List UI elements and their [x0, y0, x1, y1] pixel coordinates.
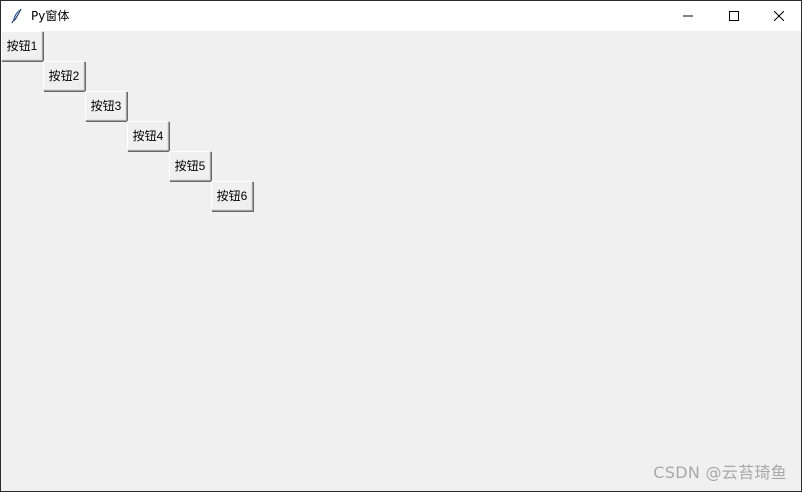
maximize-button[interactable]	[711, 1, 757, 31]
minimize-icon	[683, 11, 693, 21]
button-4[interactable]: 按钮4	[127, 121, 169, 151]
watermark-text: CSDN @云苔琦鱼	[653, 463, 787, 482]
button-6[interactable]: 按钮6	[211, 181, 253, 211]
button-2[interactable]: 按钮2	[43, 61, 85, 91]
client-area: 按钮1 按钮2 按钮3 按钮4 按钮5 按钮6 CSDN @云苔琦鱼	[1, 31, 801, 491]
title-bar[interactable]: Py窗体	[1, 1, 801, 31]
button-1[interactable]: 按钮1	[1, 31, 43, 61]
minimize-button[interactable]	[665, 1, 711, 31]
button-3[interactable]: 按钮3	[85, 91, 127, 121]
button-5[interactable]: 按钮5	[169, 151, 211, 181]
feather-icon	[10, 8, 24, 24]
maximize-icon	[729, 11, 739, 21]
app-window: Py窗体 按钮1 按钮2 按钮3 按钮4 按钮5 按钮6 CSDN @云苔琦鱼	[0, 0, 802, 492]
close-button[interactable]	[756, 1, 802, 31]
window-title: Py窗体	[31, 9, 70, 23]
close-icon	[774, 11, 784, 21]
